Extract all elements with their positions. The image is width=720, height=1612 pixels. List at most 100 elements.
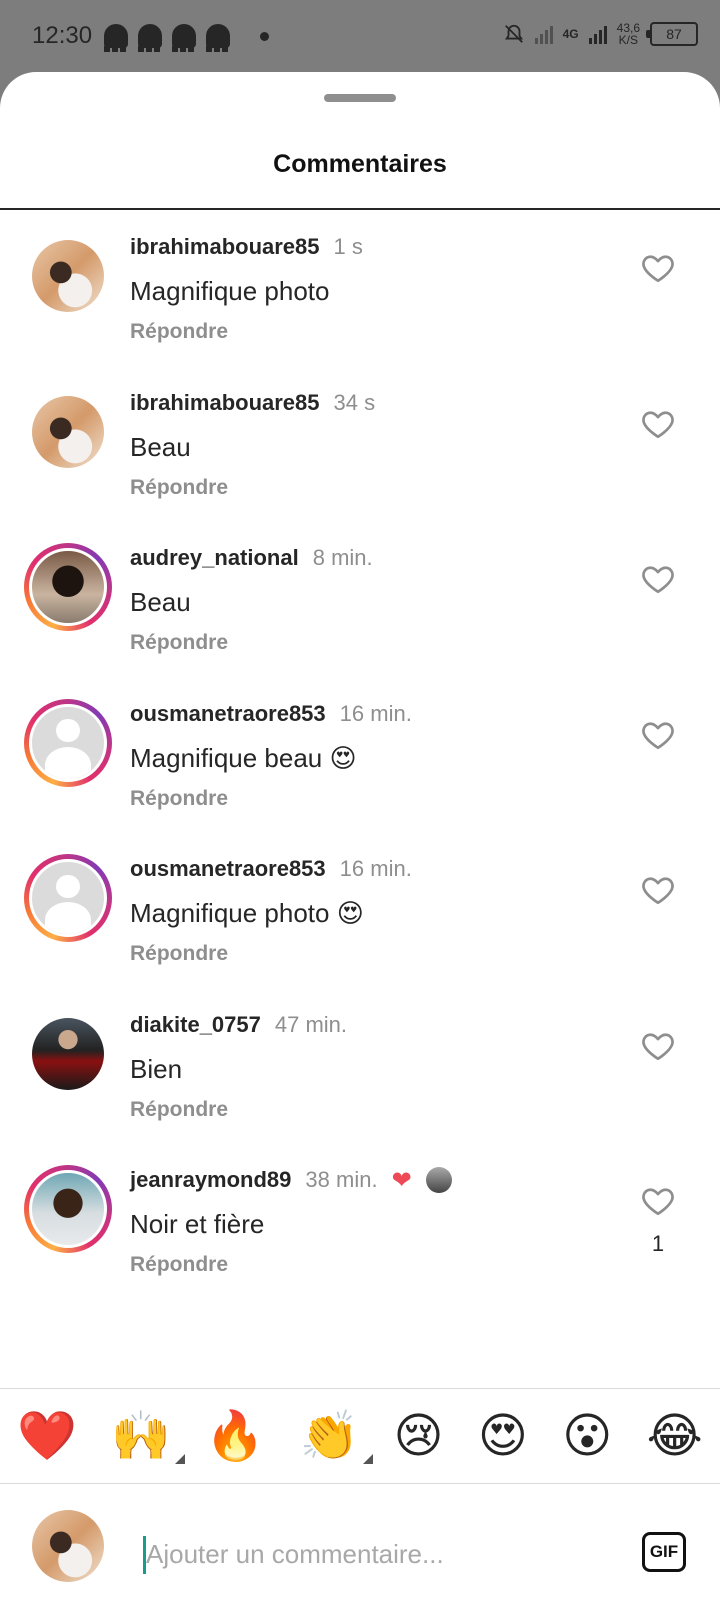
comment-avatar[interactable] — [24, 698, 112, 787]
comments-sheet: Commentaires ibrahimabouare85 1 s Magnifiq… — [0, 72, 720, 1612]
status-time: 12:30 — [32, 22, 93, 49]
comment-text: Magnifique photo — [130, 276, 330, 306]
quick-reactions-bar: ❤️ 🙌 🔥 👏 😢 😍 😮 😂 — [0, 1388, 720, 1484]
comments-list[interactable]: ibrahimabouare85 1 s Magnifique photo Répon… — [0, 210, 720, 1388]
reply-button[interactable]: Répondre — [130, 320, 610, 344]
comment-body: ousmanetraore853 16 min. Magnifique photo … — [130, 854, 610, 966]
signal-icon — [534, 24, 553, 44]
sheet-title: Commentaires — [273, 150, 447, 178]
avatar — [29, 703, 107, 782]
comment-row[interactable]: ibrahimabouare85 34 s Beau Répondre — [0, 366, 720, 526]
comment-time: 34 s — [333, 389, 376, 415]
comment-username[interactable]: audrey_national — [130, 545, 299, 571]
comment-body: audrey_national 8 min. Beau Répondre — [130, 543, 610, 655]
skin-tone-indicator-icon — [175, 1454, 186, 1464]
reply-button[interactable]: Répondre — [130, 1253, 610, 1277]
comment-body: ousmanetraore853 16 min. Magnifique beau 😍… — [130, 699, 610, 811]
reaction-emoji-button[interactable]: 😮 — [562, 1408, 612, 1464]
reaction-emoji-button[interactable]: 😂 — [647, 1408, 703, 1464]
status-bar: 12:30 4G 43,6 K/S 87 — [0, 0, 720, 72]
battery-icon: 87 — [646, 22, 698, 46]
snapchat-icon — [138, 24, 162, 52]
snapchat-icon — [172, 24, 196, 52]
comment-body: ibrahimabouare85 34 s Beau Répondre — [130, 388, 610, 500]
comment-row[interactable]: diakite_0757 47 min. Bien Répondre — [0, 988, 720, 1148]
comment-time: 38 min. — [305, 1167, 378, 1192]
comment-avatar[interactable] — [24, 232, 112, 320]
avatar — [29, 1170, 107, 1248]
comment-composer: GIF — [0, 1484, 720, 1594]
drag-handle[interactable] — [324, 94, 396, 102]
avatar — [32, 395, 104, 468]
reaction-emoji-button[interactable]: 😢 — [394, 1408, 444, 1464]
comment-row[interactable]: ousmanetraore853 16 min. Magnifique beau 😍… — [0, 677, 720, 837]
comment-username[interactable]: ousmanetraore853 — [130, 856, 326, 882]
comment-body: ibrahimabouare85 1 s Magnifique photo Répon… — [130, 232, 610, 344]
snapchat-icon — [104, 24, 128, 52]
more-notifications-icon — [260, 32, 269, 41]
comment-text: Magnifique beau 😍 — [130, 742, 357, 773]
comment-time: 16 min. — [339, 856, 412, 881]
network-speed: 43,6 K/S — [617, 22, 640, 46]
comment-username[interactable]: ibrahimabouare85 — [130, 234, 320, 260]
comment-text: Noir et fière — [130, 1209, 265, 1239]
comment-time: 16 min. — [339, 700, 412, 726]
reply-button[interactable]: Répondre — [130, 476, 610, 500]
comment-text: Magnifique photo 😍 — [130, 898, 364, 928]
comment-time: 1 s — [333, 234, 363, 259]
signal-icon — [588, 24, 607, 44]
heart-outline-icon[interactable] — [640, 561, 676, 597]
reply-button[interactable]: Répondre — [130, 787, 610, 811]
comment-input[interactable] — [142, 1532, 606, 1576]
comment-body: diakite_0757 47 min. Bien Répondre — [130, 1010, 610, 1122]
comment-row[interactable]: ousmanetraore853 16 min. Magnifique photo … — [0, 832, 720, 992]
reaction-emoji-button[interactable]: 🔥 — [205, 1408, 265, 1464]
heart-outline-icon[interactable] — [640, 250, 676, 286]
system-nav-bar — [0, 1594, 720, 1612]
comment-avatar[interactable] — [24, 388, 112, 476]
comment-text: Beau — [130, 587, 191, 617]
battery-level: 87 — [666, 26, 682, 42]
heart-outline-icon[interactable] — [640, 872, 676, 908]
reaction-emoji-button[interactable]: 😍 — [478, 1408, 528, 1464]
heart-outline-icon[interactable] — [640, 1183, 676, 1219]
comment-row[interactable]: ibrahimabouare85 1 s Magnifique photo Répon… — [0, 210, 720, 370]
comment-row[interactable]: jeanraymond89 38 min. ❤ Noir et fière Répond… — [0, 1143, 720, 1303]
reaction-emoji-button[interactable]: 🙌 — [111, 1408, 186, 1464]
comment-username[interactable]: jeanraymond89 — [130, 1167, 291, 1193]
comment-time: 47 min. — [274, 1011, 348, 1037]
comment-text: Bien — [130, 1053, 183, 1084]
comment-avatar[interactable] — [24, 543, 112, 631]
reaction-emoji-button[interactable]: 👏 — [299, 1408, 374, 1464]
speed-unit: K/S — [618, 33, 638, 47]
reaction-emoji-button[interactable]: ❤️ — [17, 1408, 77, 1464]
heart-outline-icon[interactable] — [640, 406, 676, 442]
like-count: 1 — [651, 1231, 665, 1256]
comment-body: jeanraymond89 38 min. ❤ Noir et fière Répond… — [130, 1165, 610, 1277]
comment-username[interactable]: diakite_0757 — [130, 1012, 261, 1038]
heart-outline-icon[interactable] — [640, 717, 676, 753]
reply-button[interactable]: Répondre — [130, 631, 610, 655]
avatar — [29, 859, 107, 937]
author-avatar — [425, 1167, 452, 1193]
avatar — [32, 1017, 104, 1090]
avatar — [32, 240, 104, 312]
gif-button[interactable]: GIF — [642, 1532, 686, 1572]
comment-username[interactable]: ousmanetraore853 — [130, 701, 326, 727]
comment-row[interactable]: audrey_national 8 min. Beau Répondre — [0, 521, 720, 681]
comment-text: Beau — [130, 431, 191, 462]
comment-avatar[interactable] — [24, 1010, 112, 1098]
network-type: 4G — [562, 27, 579, 41]
comment-avatar[interactable] — [24, 854, 112, 942]
current-user-avatar — [24, 1502, 112, 1590]
comment-avatar[interactable] — [24, 1165, 112, 1253]
reply-button[interactable]: Répondre — [130, 942, 610, 966]
reply-button[interactable]: Répondre — [130, 1098, 610, 1122]
snapchat-icon — [206, 24, 230, 52]
comment-username[interactable]: ibrahimabouare85 — [130, 390, 320, 416]
notification-icons — [104, 24, 230, 52]
author-liked-heart-icon: ❤ — [391, 1166, 412, 1194]
avatar — [29, 548, 107, 626]
comment-time: 8 min. — [312, 545, 373, 570]
heart-outline-icon[interactable] — [640, 1028, 676, 1064]
